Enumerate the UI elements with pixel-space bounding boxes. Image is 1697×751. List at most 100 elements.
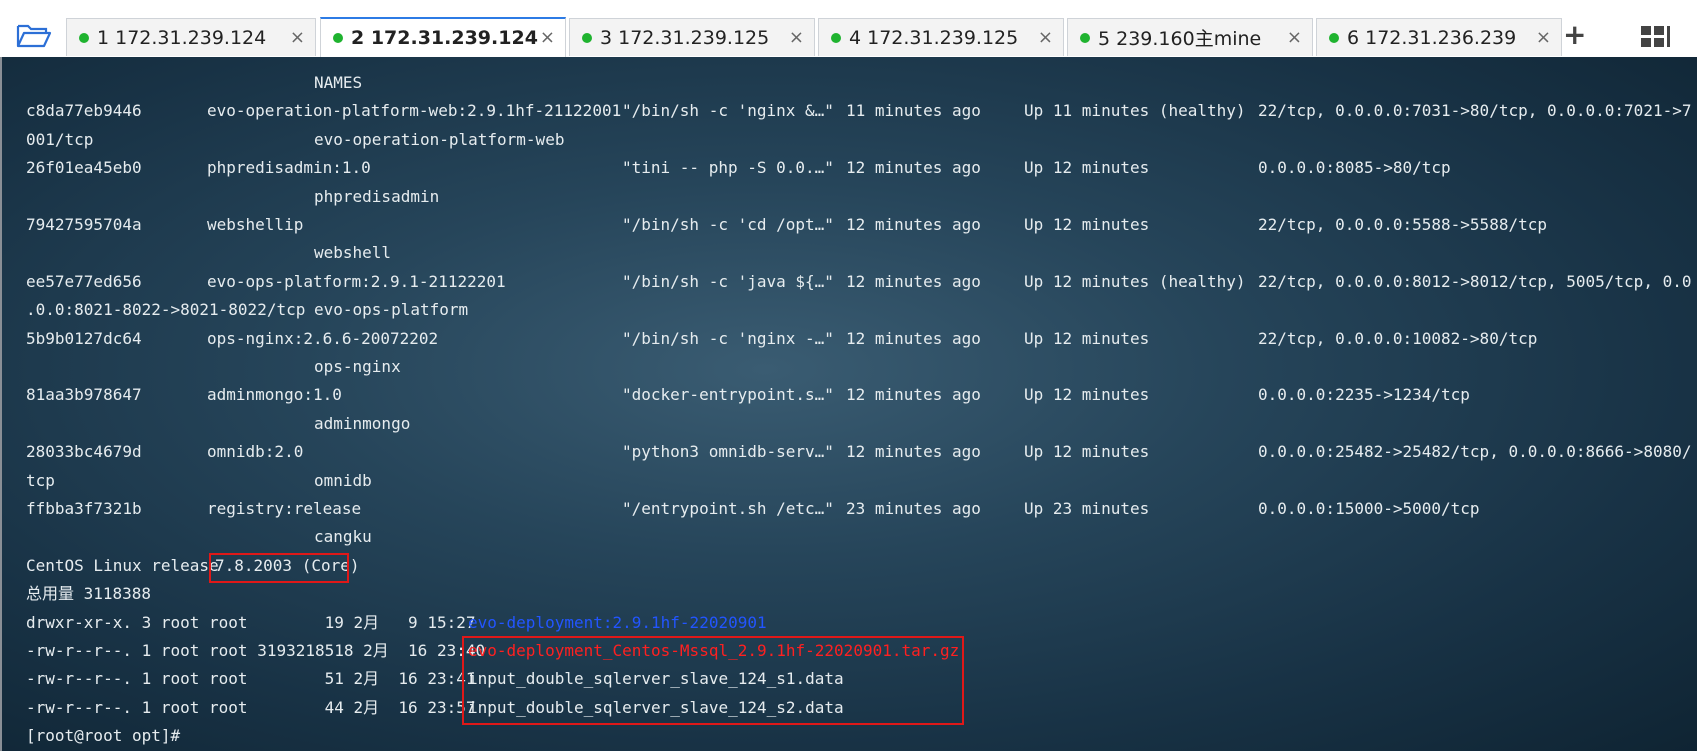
tab-5[interactable]: 5 239.160主mine × xyxy=(1067,18,1313,56)
container-ports: 22/tcp, 0.0.0.0:5588->5588/tcp xyxy=(1258,215,1547,234)
container-image: omnidb:2.0 xyxy=(207,442,304,462)
tab-4[interactable]: 4 172.31.239.125 × xyxy=(818,18,1064,56)
container-status: Up 12 minutes (healthy) xyxy=(1024,271,1246,291)
file-meta: -rw-r--r--. 1 root root 51 2月 16 23:41 xyxy=(26,669,486,689)
tab-label: 5 239.160主mine xyxy=(1098,28,1262,50)
container-ports: 0.0.0.0:25482->25482/tcp, 0.0.0.0:8666->… xyxy=(1258,442,1692,462)
tab-2[interactable]: 2 172.31.239.124 × xyxy=(320,17,566,57)
container-command: "/bin/sh -c 'nginx &…" xyxy=(622,101,834,121)
release-prefix: CentOS Linux release xyxy=(26,555,229,575)
container-created: 12 minutes ago xyxy=(846,215,981,234)
container-row: 79427595704a webshellip "/bin/sh -c 'cd /o… xyxy=(2,211,1692,239)
container-command: "tini -- php -S 0.0.…" xyxy=(622,158,834,178)
connection-status-dot-icon xyxy=(1329,32,1339,43)
tab-1[interactable]: 1 172.31.239.124 × xyxy=(66,18,316,56)
container-row-wrap: cangku xyxy=(2,523,1692,551)
container-id: c8da77eb9446 xyxy=(26,101,142,121)
shell-prompt: [root@root opt]# xyxy=(26,726,190,746)
container-status: Up 11 minutes (healthy) xyxy=(1024,101,1246,121)
container-created: 12 minutes ago xyxy=(846,158,981,178)
container-status: Up 23 minutes xyxy=(1024,499,1150,518)
container-row: c8da77eb9446 evo-operation-platform-web:2… xyxy=(2,97,1692,125)
container-image: registry:release xyxy=(207,499,362,518)
names-header: NAMES xyxy=(314,73,363,92)
file-meta: -rw-r--r--. 1 root root 44 2月 16 23:57 xyxy=(26,697,486,717)
container-id: 28033bc4679d xyxy=(26,442,142,462)
container-ports-wrap: 001/tcp xyxy=(26,129,94,149)
tab-6[interactable]: 6 172.31.236.239 × xyxy=(1316,18,1562,56)
terminal-output[interactable]: NAMES c8da77eb9446 evo-operation-platform-… xyxy=(0,57,1697,751)
connection-status-dot-icon xyxy=(333,33,343,43)
file-name: evo-deployment:2.9.1hf-22020901 xyxy=(468,612,767,632)
container-command: "/bin/sh -c 'nginx -…" xyxy=(622,328,834,348)
tab-label: 4 172.31.239.125 xyxy=(849,26,1019,49)
connection-status-dot-icon xyxy=(1080,32,1090,43)
container-command: "/bin/sh -c 'java ${…" xyxy=(622,271,834,291)
grid-layout-icon[interactable] xyxy=(1640,24,1670,50)
close-icon[interactable]: × xyxy=(540,27,555,48)
close-icon[interactable]: × xyxy=(1038,27,1053,48)
container-row-wrap: webshell xyxy=(2,239,1692,267)
file-row: drwxr-xr-x. 3 root root 19 2月 9 15:27 ev… xyxy=(2,609,1692,637)
container-command: "/entrypoint.sh /etc…" xyxy=(622,499,834,518)
plus-icon[interactable]: + xyxy=(1563,20,1586,50)
folder-open-icon[interactable] xyxy=(12,18,56,54)
container-id: 5b9b0127dc64 xyxy=(26,328,142,348)
container-name: webshell xyxy=(314,243,392,263)
file-meta: drwxr-xr-x. 3 root root 19 2月 9 15:27 xyxy=(26,612,486,632)
container-command: "docker-entrypoint.s…" xyxy=(622,385,834,405)
container-ports: 0.0.0.0:2235->1234/tcp xyxy=(1258,385,1470,405)
container-image: ops-nginx:2.6.6-20072202 xyxy=(207,328,439,348)
container-status: Up 12 minutes xyxy=(1024,385,1150,405)
container-created: 12 minutes ago xyxy=(846,442,981,462)
container-row: 28033bc4679d omnidb:2.0 "python3 omnidb-se… xyxy=(2,438,1692,466)
container-image: evo-operation-platform-web:2.9.1hf-21122… xyxy=(207,101,622,121)
container-command: "/bin/sh -c 'cd /opt…" xyxy=(622,215,834,234)
container-status: Up 12 minutes xyxy=(1024,442,1150,462)
container-id: 81aa3b978647 xyxy=(26,385,142,405)
container-image: evo-ops-platform:2.9.1-21122201 xyxy=(207,271,506,291)
container-id: ffbba3f7321b xyxy=(26,499,142,518)
container-row-wrap: phpredisadmin xyxy=(2,183,1692,211)
close-icon[interactable]: × xyxy=(1287,27,1302,48)
container-created: 12 minutes ago xyxy=(846,328,981,348)
total-line: 总用量 3118388 xyxy=(2,580,1692,608)
container-image: webshellip xyxy=(207,215,304,234)
container-row: ee57e77ed656 evo-ops-platform:2.9.1-21122… xyxy=(2,268,1692,296)
file-meta: -rw-r--r--. 1 root root 3193218518 2月 16… xyxy=(26,641,495,660)
close-icon[interactable]: × xyxy=(1536,27,1551,48)
container-status: Up 12 minutes xyxy=(1024,158,1150,178)
prompt-line: [root@root opt]# xyxy=(2,722,1692,750)
tab-label: 6 172.31.236.239 xyxy=(1347,26,1517,49)
container-name: adminmongo xyxy=(314,413,411,433)
tab-label: 1 172.31.239.124 xyxy=(97,26,267,49)
container-ports-wrap: .0.0:8021-8022->8021-8022/tcp xyxy=(26,300,306,320)
connection-status-dot-icon xyxy=(831,32,841,43)
tab-bar: 1 172.31.239.124 × 2 172.31.239.124 × 3 172.… xyxy=(0,0,1697,58)
container-status: Up 12 minutes xyxy=(1024,215,1150,234)
container-ports-wrap: tcp xyxy=(26,470,55,490)
container-name: omnidb xyxy=(314,470,372,490)
close-icon[interactable]: × xyxy=(789,27,804,48)
column-header-line: NAMES xyxy=(2,69,1692,97)
container-name: evo-ops-platform xyxy=(314,300,469,320)
container-created: 12 minutes ago xyxy=(846,385,981,405)
version-highlight-box xyxy=(209,552,349,583)
container-image: adminmongo:1.0 xyxy=(207,385,342,405)
close-icon[interactable]: × xyxy=(290,27,305,48)
container-ports: 22/tcp, 0.0.0.0:8012->8012/tcp, 5005/tcp… xyxy=(1258,271,1692,291)
container-ports: 0.0.0.0:15000->5000/tcp xyxy=(1258,499,1480,518)
connection-status-dot-icon xyxy=(79,32,89,43)
container-row: 81aa3b978647 adminmongo:1.0 "docker-entryp… xyxy=(2,381,1692,409)
container-name: ops-nginx xyxy=(314,357,401,376)
container-row-wrap: ops-nginx xyxy=(2,353,1692,381)
container-name: phpredisadmin xyxy=(314,186,440,206)
tab-label: 2 172.31.239.124 xyxy=(351,27,538,49)
container-ports: 22/tcp, 0.0.0.0:7031->80/tcp, 0.0.0.0:70… xyxy=(1258,101,1692,121)
container-created: 12 minutes ago xyxy=(846,271,981,291)
container-row: 5b9b0127dc64 ops-nginx:2.6.6-20072202 "/bi… xyxy=(2,325,1692,353)
container-id: 26f01ea45eb0 xyxy=(26,158,142,178)
tab-label: 3 172.31.239.125 xyxy=(600,26,770,49)
tab-3[interactable]: 3 172.31.239.125 × xyxy=(569,18,815,56)
connection-status-dot-icon xyxy=(582,32,592,43)
